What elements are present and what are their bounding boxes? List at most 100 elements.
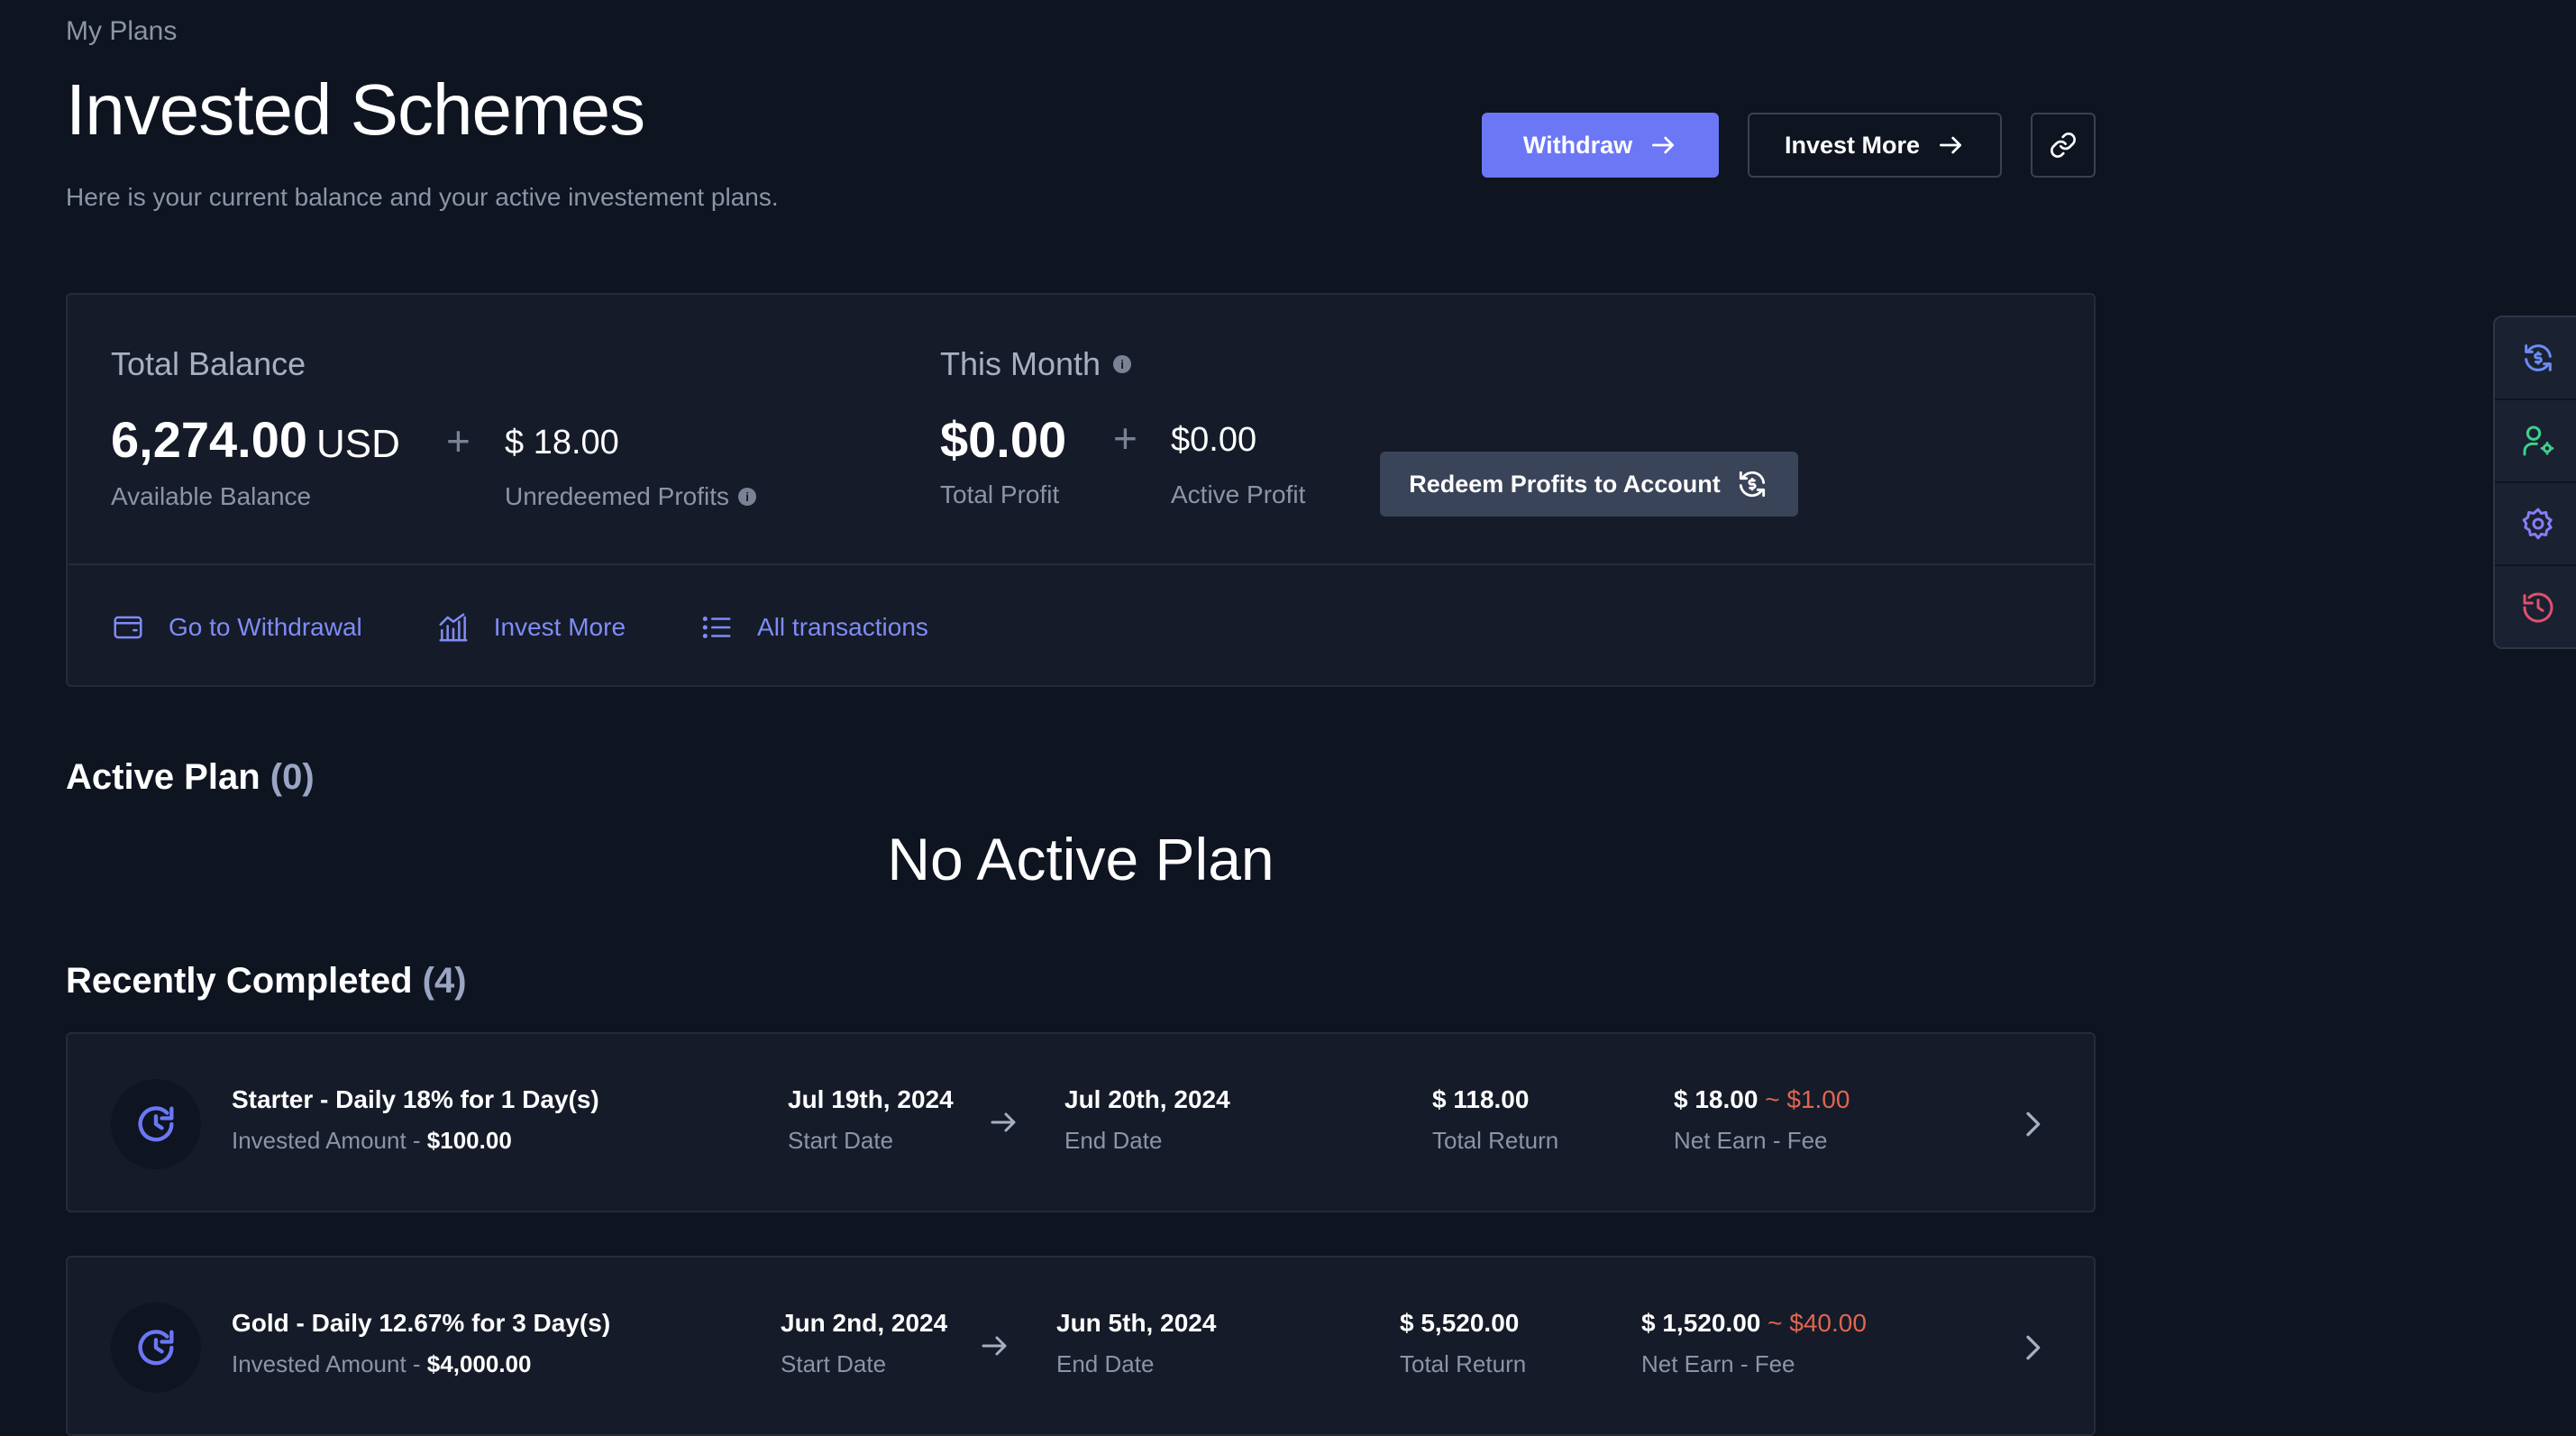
gear-icon bbox=[2522, 508, 2553, 540]
unredeemed-profits-label: Unredeemed Profits bbox=[505, 482, 730, 510]
available-balance-value: 6,274.00 USD bbox=[111, 410, 400, 469]
total-return-value: $ 5,520.00 bbox=[1400, 1309, 1520, 1337]
currency-exchange-icon bbox=[1739, 471, 1765, 498]
total-return-value: $ 118.00 bbox=[1432, 1085, 1530, 1113]
invested-amount: $4,000.00 bbox=[426, 1350, 532, 1377]
redeem-profits-button[interactable]: Redeem Profits to Account bbox=[1380, 452, 1798, 517]
invested-amount: $100.00 bbox=[426, 1127, 512, 1154]
all-transactions-label: All transactions bbox=[757, 612, 928, 641]
total-return-label: Total Return bbox=[1432, 1127, 1559, 1154]
fee-separator: ~ bbox=[1765, 1085, 1780, 1113]
refresh-clock-icon bbox=[138, 1106, 174, 1142]
plan-avatar bbox=[111, 1079, 201, 1169]
this-month-heading: This Month i bbox=[940, 345, 1132, 383]
side-settings-button[interactable] bbox=[2495, 483, 2576, 566]
link-icon bbox=[2051, 133, 2076, 158]
side-exchange-button[interactable] bbox=[2495, 317, 2576, 400]
active-plan-count: (0) bbox=[269, 757, 315, 797]
recently-completed-heading: Recently Completed (4) bbox=[66, 961, 467, 1002]
invest-more-link-label: Invest More bbox=[493, 612, 626, 641]
redeem-profits-label: Redeem Profits to Account bbox=[1409, 470, 1721, 498]
net-earn-label: Net Earn - Fee bbox=[1674, 1127, 1828, 1154]
side-user-settings-button[interactable] bbox=[2495, 400, 2576, 483]
plan-invested: Invested Amount - $100.00 bbox=[232, 1127, 512, 1155]
unredeemed-profits-value: $ 18.00 bbox=[505, 424, 619, 462]
info-icon[interactable]: i bbox=[1113, 355, 1132, 373]
completed-plan-row[interactable]: Gold - Daily 12.67% for 3 Day(s) Investe… bbox=[66, 1256, 2096, 1436]
all-transactions-link[interactable]: All transactions bbox=[699, 610, 928, 645]
plus-sign: + bbox=[446, 417, 470, 464]
balance-summary: Total Balance 6,274.00 USD Available Bala… bbox=[68, 295, 2094, 563]
copy-link-button[interactable] bbox=[2031, 113, 2096, 178]
arrow-right-icon bbox=[982, 1336, 1007, 1356]
plan-name: Gold - Daily 12.67% for 3 Day(s) bbox=[232, 1309, 611, 1337]
end-date-value: Jun 5th, 2024 bbox=[1056, 1309, 1217, 1337]
balance-card: Total Balance 6,274.00 USD Available Bala… bbox=[66, 293, 2096, 687]
start-date-value: Jul 19th, 2024 bbox=[788, 1085, 954, 1113]
total-balance-label: Total Balance bbox=[111, 345, 306, 382]
fee-separator: ~ bbox=[1768, 1309, 1783, 1337]
wallet-icon bbox=[114, 616, 142, 638]
active-profit-label: Active Profit bbox=[1171, 480, 1306, 508]
history-icon bbox=[2523, 592, 2553, 623]
user-settings-icon bbox=[2523, 425, 2554, 456]
invest-more-button[interactable]: Invest More bbox=[1748, 113, 2002, 178]
available-balance-amount: 6,274.00 bbox=[111, 411, 307, 468]
completed-plan-row[interactable]: Starter - Daily 18% for 1 Day(s) Investe… bbox=[66, 1032, 2096, 1212]
page-subtitle: Here is your current balance and your ac… bbox=[66, 183, 779, 211]
arrow-right-icon bbox=[1652, 136, 1675, 154]
total-profit-label: Total Profit bbox=[940, 480, 1060, 508]
invest-more-button-label: Invest More bbox=[1784, 131, 1921, 159]
no-active-plan-message: No Active Plan bbox=[887, 826, 1274, 892]
start-date-label: Start Date bbox=[788, 1127, 894, 1154]
fee-amount: $40.00 bbox=[1789, 1309, 1867, 1337]
start-date-label: Start Date bbox=[781, 1350, 887, 1377]
plus-sign: + bbox=[1113, 415, 1137, 462]
info-icon[interactable]: i bbox=[738, 488, 757, 506]
net-earn-value: $ 1,520.00 ~ $40.00 bbox=[1641, 1309, 1867, 1338]
go-to-withdrawal-label: Go to Withdrawal bbox=[169, 612, 362, 641]
net-earn-label: Net Earn - Fee bbox=[1641, 1350, 1795, 1377]
quick-actions-panel bbox=[2493, 316, 2576, 649]
plan-name: Starter - Daily 18% for 1 Day(s) bbox=[232, 1085, 599, 1113]
fee-amount: $1.00 bbox=[1786, 1085, 1850, 1113]
net-earn-value: $ 18.00 ~ $1.00 bbox=[1674, 1085, 1850, 1114]
unredeemed-profits-label-wrap: Unredeemed Profits i bbox=[505, 482, 757, 511]
arrow-right-icon bbox=[1940, 136, 1962, 154]
end-date-label: End Date bbox=[1064, 1127, 1163, 1154]
currency-exchange-icon bbox=[2525, 344, 2552, 371]
go-to-withdrawal-link[interactable]: Go to Withdrawal bbox=[111, 610, 362, 645]
recently-completed-title: Recently Completed bbox=[66, 961, 413, 1001]
refresh-clock-icon bbox=[138, 1330, 174, 1366]
withdraw-button-label: Withdraw bbox=[1522, 131, 1633, 159]
invested-prefix: Invested Amount - bbox=[232, 1350, 427, 1377]
net-earn-amount: $ 1,520.00 bbox=[1641, 1309, 1761, 1337]
breadcrumb[interactable]: My Plans bbox=[66, 16, 177, 47]
arrow-right-icon bbox=[991, 1112, 1016, 1132]
plan-avatar bbox=[111, 1303, 201, 1393]
available-balance-label: Available Balance bbox=[111, 482, 312, 510]
start-date-value: Jun 2nd, 2024 bbox=[781, 1309, 948, 1337]
available-balance-unit: USD bbox=[315, 422, 400, 466]
invest-more-link[interactable]: Invest More bbox=[436, 610, 626, 645]
active-plan-heading: Active Plan (0) bbox=[66, 757, 315, 798]
list-icon bbox=[702, 616, 731, 638]
side-history-button[interactable] bbox=[2495, 566, 2576, 647]
total-return-label: Total Return bbox=[1400, 1350, 1527, 1377]
total-profit-value: $0.00 bbox=[940, 411, 1067, 468]
end-date-label: End Date bbox=[1056, 1350, 1155, 1377]
invested-prefix: Invested Amount - bbox=[232, 1127, 427, 1154]
withdraw-button[interactable]: Withdraw bbox=[1482, 113, 1719, 178]
chevron-right-icon[interactable] bbox=[2014, 1106, 2051, 1142]
net-earn-amount: $ 18.00 bbox=[1674, 1085, 1758, 1113]
end-date-value: Jul 20th, 2024 bbox=[1064, 1085, 1230, 1113]
active-plan-title: Active Plan bbox=[66, 757, 260, 797]
recently-completed-count: (4) bbox=[422, 961, 467, 1001]
plan-invested: Invested Amount - $4,000.00 bbox=[232, 1350, 531, 1378]
page-title: Invested Schemes bbox=[66, 69, 645, 150]
this-month-label: This Month bbox=[940, 345, 1101, 382]
active-profit-value: $0.00 bbox=[1171, 421, 1257, 459]
quick-links: Go to Withdrawal Invest More All transac… bbox=[111, 565, 1002, 689]
chart-bars-icon bbox=[439, 612, 468, 642]
chevron-right-icon[interactable] bbox=[2014, 1330, 2051, 1366]
